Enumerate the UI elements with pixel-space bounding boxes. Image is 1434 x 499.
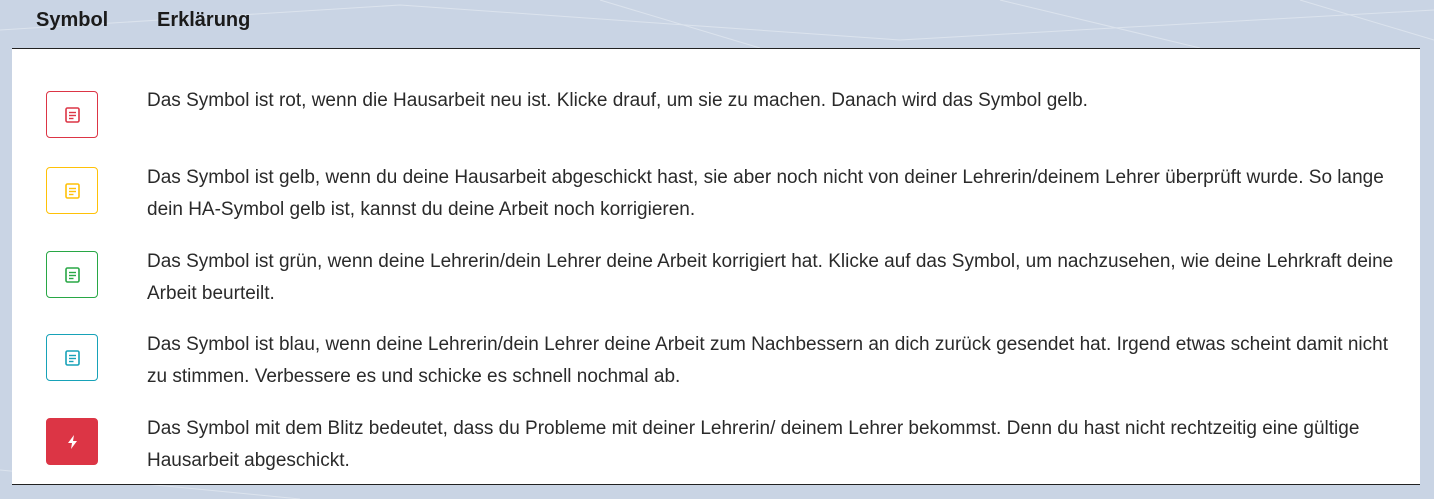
legend-row-text: Das Symbol ist blau, wenn deine Lehrerin… — [147, 334, 1388, 387]
symbol-column-header: Symbol — [36, 9, 109, 31]
explanation-column-header: Erklärung — [157, 9, 251, 31]
homework-red-icon-button[interactable] — [46, 91, 98, 138]
legend-row-text: Das Symbol ist rot, wenn die Hausarbeit … — [147, 90, 1088, 111]
legend-table: Das Symbol ist rot, wenn die Hausarbeit … — [12, 49, 1420, 485]
legend-row-text: Das Symbol mit dem Blitz bedeutet, dass … — [147, 418, 1360, 471]
legend-row-text: Das Symbol ist grün, wenn deine Lehrerin… — [147, 251, 1394, 304]
homework-icon — [64, 106, 80, 123]
homework-green-icon-button[interactable] — [46, 251, 98, 298]
homework-yellow-icon-button[interactable] — [46, 167, 98, 214]
homework-icon — [64, 182, 80, 199]
homework-icon — [64, 349, 80, 366]
lightning-icon — [67, 434, 77, 449]
lightning-icon-button[interactable] — [46, 418, 98, 465]
homework-icon — [64, 266, 80, 283]
homework-blue-icon-button[interactable] — [46, 334, 98, 381]
legend-row-text: Das Symbol ist gelb, wenn du deine Hausa… — [147, 167, 1384, 220]
table-header: Symbol Erklärung — [12, 0, 1420, 49]
